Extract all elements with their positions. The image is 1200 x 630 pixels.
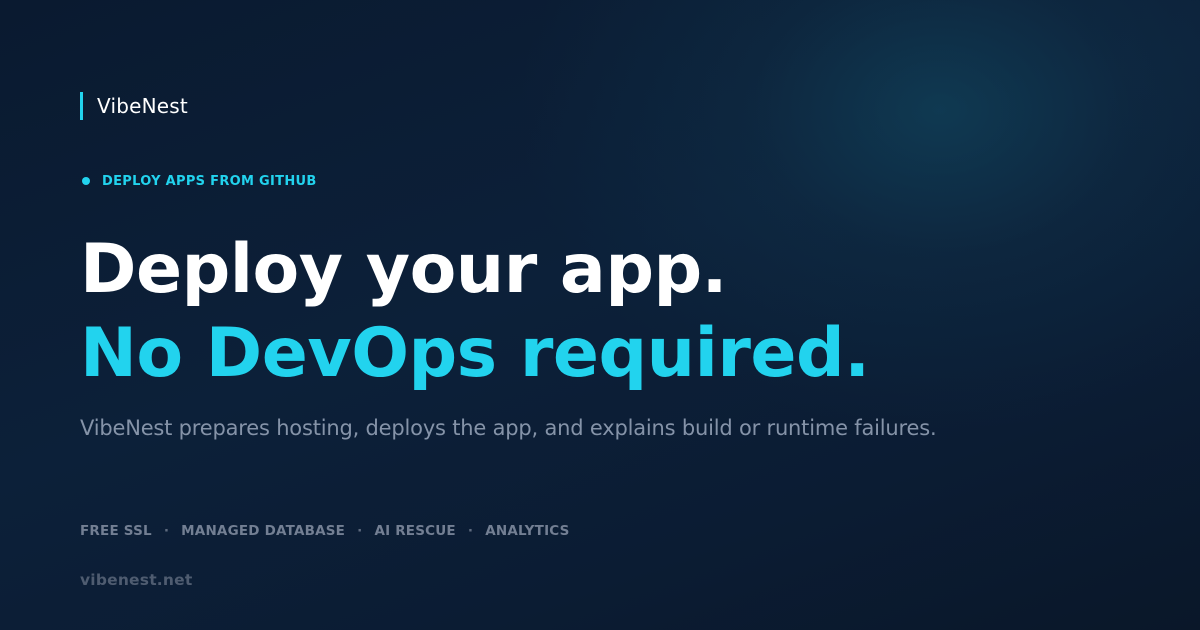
brand-logo: VibeNest: [80, 91, 188, 120]
feature-item-managed-database: MANAGED DATABASE: [181, 523, 346, 539]
dot-icon: [82, 177, 90, 185]
feature-separator: ·: [163, 523, 170, 539]
og-card: { "brand": { "name": "VibeNest", "accent…: [0, 0, 1200, 630]
subtext: VibeNest prepares hosting, deploys the a…: [80, 416, 937, 440]
eyebrow: DEPLOY APPS FROM GITHUB: [82, 171, 317, 191]
feature-separator: ·: [357, 523, 363, 539]
feature-item-ai-rescue: AI RESCUE: [374, 523, 456, 539]
site-domain: vibenest.net: [80, 571, 193, 589]
headline-line-2: No DevOps required.: [80, 314, 870, 393]
headline: Deploy your app. No DevOps required.: [80, 228, 870, 396]
feature-list: FREE SSL · MANAGED DATABASE · AI RESCUE …: [80, 521, 570, 541]
headline-line-1: Deploy your app.: [80, 230, 727, 309]
feature-separator: ·: [467, 523, 474, 539]
feature-item-analytics: ANALYTICS: [485, 523, 570, 539]
eyebrow-text: DEPLOY APPS FROM GITHUB: [102, 173, 317, 189]
feature-item-free-ssl: FREE SSL: [80, 523, 152, 539]
brand-name: VibeNest: [97, 93, 188, 118]
brand-accent-bar: [80, 91, 83, 120]
